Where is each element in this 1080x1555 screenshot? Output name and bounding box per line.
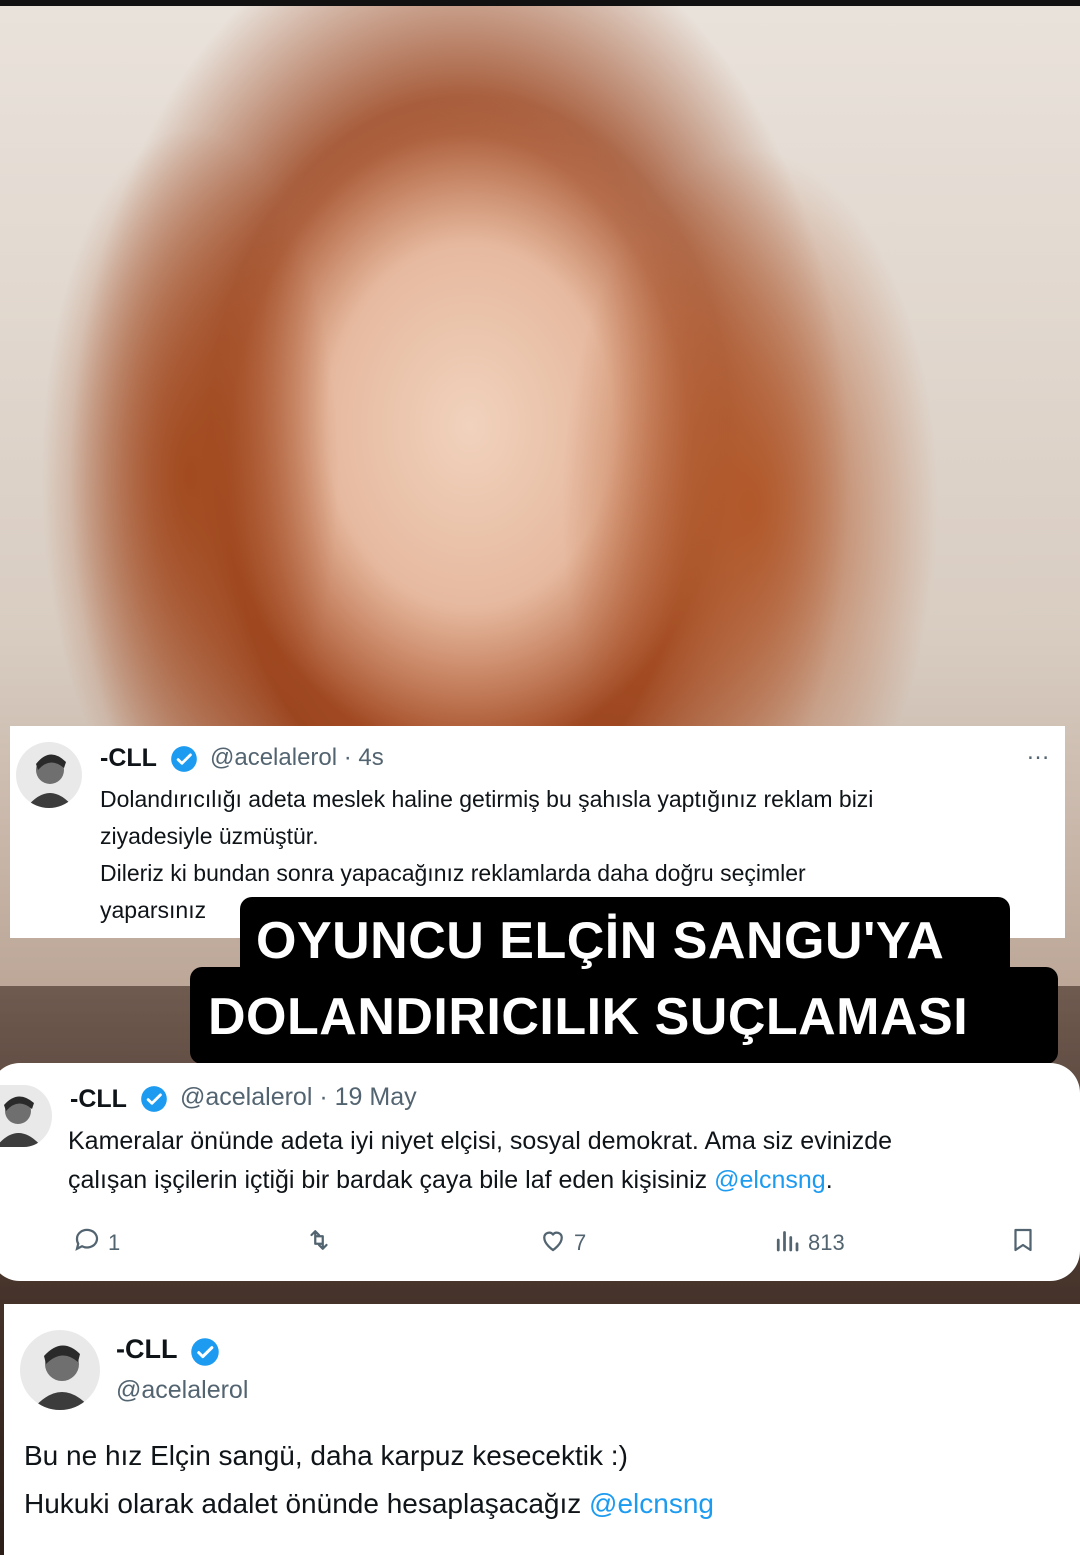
tweet-text-line: Hukuki olarak adalet önünde hesaplaşacağ… (24, 1488, 714, 1519)
bookmark-icon (1008, 1225, 1038, 1261)
display-name[interactable]: -CLL (116, 1334, 177, 1365)
headline-banner: OYUNCU ELÇİN SANGU'YA DOLANDIRICILIK SUÇ… (190, 897, 1058, 1064)
tweet-card-2[interactable]: -CLL @acelalerol · 19 May Kameralar önün… (0, 1063, 1080, 1281)
views-count: 813 (808, 1230, 845, 1255)
like-count: 7 (574, 1230, 587, 1255)
like-button[interactable]: 7 (538, 1225, 586, 1261)
tweet-text-line: Dileriz ki bundan sonra yapacağınız rekl… (100, 860, 806, 886)
verified-badge-icon (190, 1337, 220, 1367)
like-icon (538, 1225, 568, 1261)
views-icon (772, 1225, 802, 1261)
tweet-text-line: çalışan işçilerin içtiği bir bardak çaya… (68, 1166, 833, 1194)
avatar[interactable] (20, 1330, 100, 1410)
mention-link[interactable]: @elcnsng (589, 1488, 714, 1519)
bookmark-button[interactable] (1008, 1225, 1038, 1261)
avatar[interactable] (16, 742, 82, 808)
tweet-card-3[interactable]: -CLL @acelalerol Bu ne hız Elçin sangü, … (4, 1304, 1080, 1555)
verified-badge-icon (140, 1085, 168, 1113)
views-button[interactable]: 813 (772, 1225, 845, 1261)
tweet-text-line: Bu ne hız Elçin sangü, daha karpuz kesec… (24, 1440, 628, 1471)
retweet-button[interactable] (304, 1225, 334, 1261)
handle[interactable]: @acelalerol (116, 1376, 248, 1405)
handle-and-time: @acelalerol · 19 May (180, 1083, 417, 1111)
display-name[interactable]: -CLL (100, 744, 157, 773)
mention-link[interactable]: @elcnsng (714, 1166, 826, 1194)
reply-icon (72, 1225, 102, 1261)
headline-line-2: DOLANDIRICILIK SUÇLAMASI (208, 988, 969, 1046)
tweet-text-line: Dolandırıcılığı adeta meslek haline geti… (100, 786, 874, 812)
headline-line-1: OYUNCU ELÇİN SANGU'YA (256, 912, 945, 970)
display-name[interactable]: -CLL (70, 1085, 127, 1114)
reply-count: 1 (108, 1230, 121, 1255)
tweet-text-line: Kameralar önünde adeta iyi niyet elçisi,… (68, 1127, 893, 1155)
reply-button[interactable]: 1 (72, 1225, 120, 1261)
retweet-icon (304, 1225, 334, 1261)
avatar[interactable] (0, 1085, 52, 1147)
verified-badge-icon (170, 745, 198, 773)
tweet-text-line: ziyadesiyle üzmüştür. (100, 823, 319, 849)
more-options-icon[interactable]: … (1026, 738, 1051, 766)
handle-and-time: @acelalerol · 4s (210, 744, 384, 771)
